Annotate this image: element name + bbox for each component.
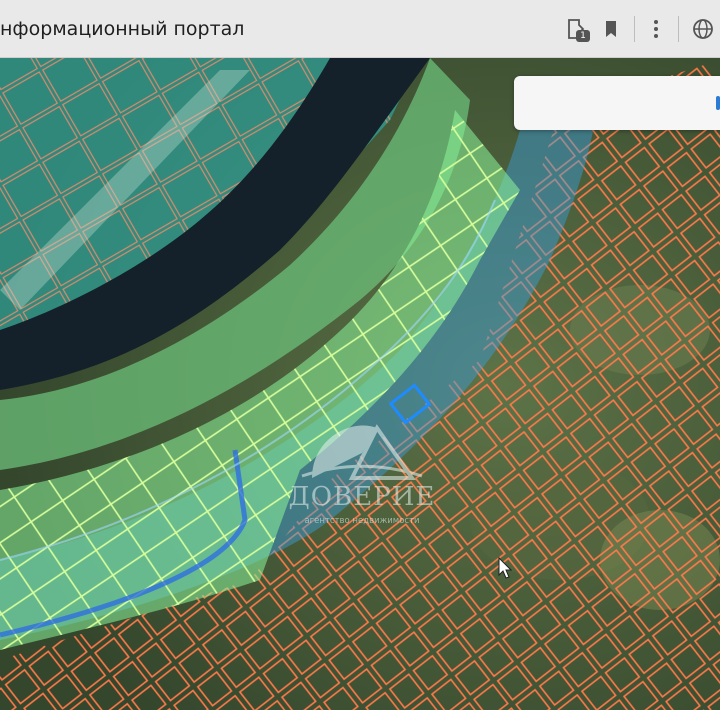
browser-toolbar: нформационный портал 1 [0, 0, 720, 58]
panel-toggle[interactable] [716, 96, 720, 110]
toolbar-divider [678, 16, 679, 42]
search-panel[interactable] [514, 76, 720, 130]
mouse-cursor-icon [498, 557, 512, 579]
extension-badge: 1 [576, 30, 590, 42]
page-title[interactable]: нформационный портал [0, 18, 244, 40]
bookmark-icon[interactable] [596, 14, 626, 44]
toolbar-divider [634, 16, 635, 42]
map-view[interactable] [0, 58, 720, 710]
globe-icon[interactable] [688, 14, 718, 44]
satellite-map[interactable] [0, 58, 720, 710]
more-icon[interactable] [641, 14, 671, 44]
extension-icon[interactable]: 1 [560, 14, 590, 44]
